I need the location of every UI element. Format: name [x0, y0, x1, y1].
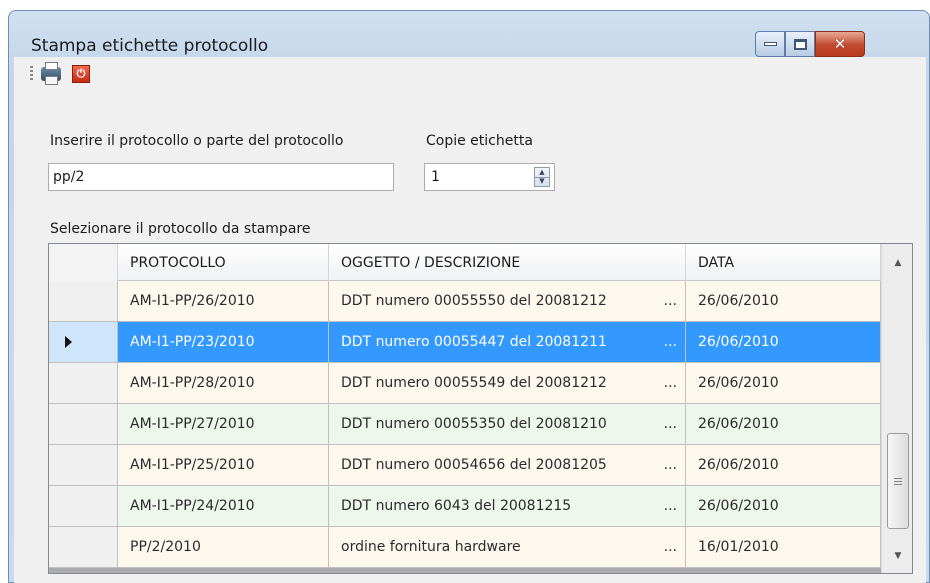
client-area: ⏻ Inserire il protocollo o parte del pro… [14, 57, 926, 583]
cell-descrizione[interactable]: DDT numero 00054656 del 20081205... [329, 445, 686, 486]
cell-ellipsis: ... [663, 416, 677, 432]
title-bar[interactable]: Stampa etichette protocollo ✕ [9, 11, 929, 57]
cell-ellipsis: ... [663, 539, 677, 555]
cell-descrizione-text: DDT numero 00055549 del 20081212 [341, 375, 607, 391]
cell-descrizione[interactable]: DDT numero 00055447 del 20081211... [329, 322, 686, 363]
scroll-up-button[interactable]: ▲ [882, 248, 912, 278]
close-icon: ✕ [833, 35, 847, 53]
table-row[interactable]: AM-I1-PP/25/2010 DDT numero 00054656 del… [49, 445, 881, 486]
cell-protocollo[interactable]: AM-I1-PP/28/2010 [118, 363, 329, 404]
column-header-data[interactable]: DATA [686, 244, 881, 281]
scroll-down-button[interactable]: ▼ [882, 541, 912, 571]
cell-descrizione[interactable]: DDT numero 00055549 del 20081212... [329, 363, 686, 404]
cell-data[interactable]: 26/06/2010 [686, 363, 881, 404]
stepper-up-button[interactable]: ▲ [535, 168, 549, 178]
cell-protocollo[interactable]: PP/2/2010 [118, 527, 329, 568]
cell-descrizione-text: DDT numero 00055350 del 20081210 [341, 416, 607, 432]
row-header[interactable] [49, 281, 118, 322]
cell-protocollo[interactable]: AM-I1-PP/25/2010 [118, 445, 329, 486]
print-button[interactable] [40, 62, 62, 85]
table-row-selected[interactable]: AM-I1-PP/23/2010 DDT numero 00055447 del… [49, 322, 881, 363]
cell-data[interactable]: 26/06/2010 [686, 281, 881, 322]
grid-rows: AM-I1-PP/26/2010 DDT numero 00055550 del… [49, 281, 881, 568]
cell-protocollo[interactable]: AM-I1-PP/27/2010 [118, 404, 329, 445]
row-header[interactable] [49, 404, 118, 445]
cell-descrizione-text: DDT numero 00054656 del 20081205 [341, 457, 607, 473]
cell-ellipsis: ... [663, 334, 677, 350]
copies-label: Copie etichetta [426, 133, 533, 149]
protocol-label: Inserire il protocollo o parte del proto… [50, 133, 344, 149]
power-stop-icon: ⏻ [72, 65, 90, 83]
cell-data[interactable]: 26/06/2010 [686, 404, 881, 445]
cell-data[interactable]: 26/06/2010 [686, 445, 881, 486]
grid-header: PROTOCOLLO OGGETTO / DESCRIZIONE DATA [49, 244, 881, 281]
row-header-corner[interactable] [49, 244, 118, 281]
cell-descrizione[interactable]: DDT numero 00055550 del 20081212... [329, 281, 686, 322]
table-row[interactable]: AM-I1-PP/24/2010 DDT numero 6043 del 200… [49, 486, 881, 527]
vertical-scrollbar[interactable]: ▲ ▼ [881, 244, 912, 573]
grid-label: Selezionare il protocollo da stampare [50, 221, 311, 237]
cell-ellipsis: ... [663, 375, 677, 391]
cell-protocollo[interactable]: AM-I1-PP/26/2010 [118, 281, 329, 322]
chevron-down-icon: ▼ [539, 177, 545, 186]
row-header[interactable] [49, 322, 118, 363]
cell-data[interactable]: 26/06/2010 [686, 486, 881, 527]
copies-stepper[interactable]: 1 ▲ ▼ [424, 163, 555, 191]
cell-protocollo[interactable]: AM-I1-PP/24/2010 [118, 486, 329, 527]
copies-value[interactable]: 1 [431, 169, 440, 185]
minimize-button[interactable] [755, 31, 785, 57]
row-header[interactable] [49, 445, 118, 486]
window-title: Stampa etichette protocollo [31, 36, 269, 56]
cell-ellipsis: ... [663, 498, 677, 514]
cell-data[interactable]: 16/01/2010 [686, 527, 881, 568]
row-header[interactable] [49, 486, 118, 527]
current-row-arrow-icon [64, 336, 72, 348]
printer-icon [41, 62, 61, 85]
maximize-button[interactable] [785, 31, 815, 57]
cell-descrizione-text: DDT numero 00055550 del 20081212 [341, 293, 607, 309]
close-button[interactable]: ✕ [815, 31, 865, 57]
protocol-grid[interactable]: PROTOCOLLO OGGETTO / DESCRIZIONE DATA AM… [48, 243, 913, 574]
scroll-down-icon: ▼ [894, 551, 902, 561]
protocol-input[interactable] [48, 163, 394, 191]
row-header[interactable] [49, 527, 118, 568]
cell-descrizione[interactable]: ordine fornitura hardware... [329, 527, 686, 568]
table-row[interactable]: AM-I1-PP/27/2010 DDT numero 00055350 del… [49, 404, 881, 445]
minimize-icon [763, 42, 777, 46]
scroll-up-icon: ▲ [894, 258, 902, 268]
exit-button[interactable]: ⏻ [70, 63, 92, 85]
cell-descrizione[interactable]: DDT numero 00055350 del 20081210... [329, 404, 686, 445]
main-window: Stampa etichette protocollo ✕ ⏻ Inserire… [8, 10, 930, 583]
maximize-icon [793, 38, 807, 50]
table-row[interactable]: AM-I1-PP/26/2010 DDT numero 00055550 del… [49, 281, 881, 322]
column-header-protocollo[interactable]: PROTOCOLLO [118, 244, 329, 281]
toolbar: ⏻ [14, 57, 926, 89]
table-row[interactable]: PP/2/2010 ordine fornitura hardware... 1… [49, 527, 881, 568]
row-header[interactable] [49, 363, 118, 404]
cell-descrizione[interactable]: DDT numero 6043 del 20081215... [329, 486, 686, 527]
table-row[interactable]: AM-I1-PP/28/2010 DDT numero 00055549 del… [49, 363, 881, 404]
stepper-buttons: ▲ ▼ [534, 167, 550, 187]
cell-descrizione-text: DDT numero 6043 del 20081215 [341, 498, 572, 514]
chevron-up-icon: ▲ [539, 167, 545, 176]
cell-data[interactable]: 26/06/2010 [686, 322, 881, 363]
cell-descrizione-text: ordine fornitura hardware [341, 539, 521, 555]
cell-descrizione-text: DDT numero 00055447 del 20081211 [341, 334, 607, 350]
cell-protocollo[interactable]: AM-I1-PP/23/2010 [118, 322, 329, 363]
column-header-oggetto[interactable]: OGGETTO / DESCRIZIONE [329, 244, 686, 281]
stepper-down-button[interactable]: ▼ [535, 178, 549, 187]
cell-ellipsis: ... [663, 293, 677, 309]
cell-ellipsis: ... [663, 457, 677, 473]
thumb-grip-icon [894, 477, 902, 485]
scroll-thumb[interactable] [887, 433, 909, 529]
toolbar-grip[interactable] [30, 66, 33, 82]
